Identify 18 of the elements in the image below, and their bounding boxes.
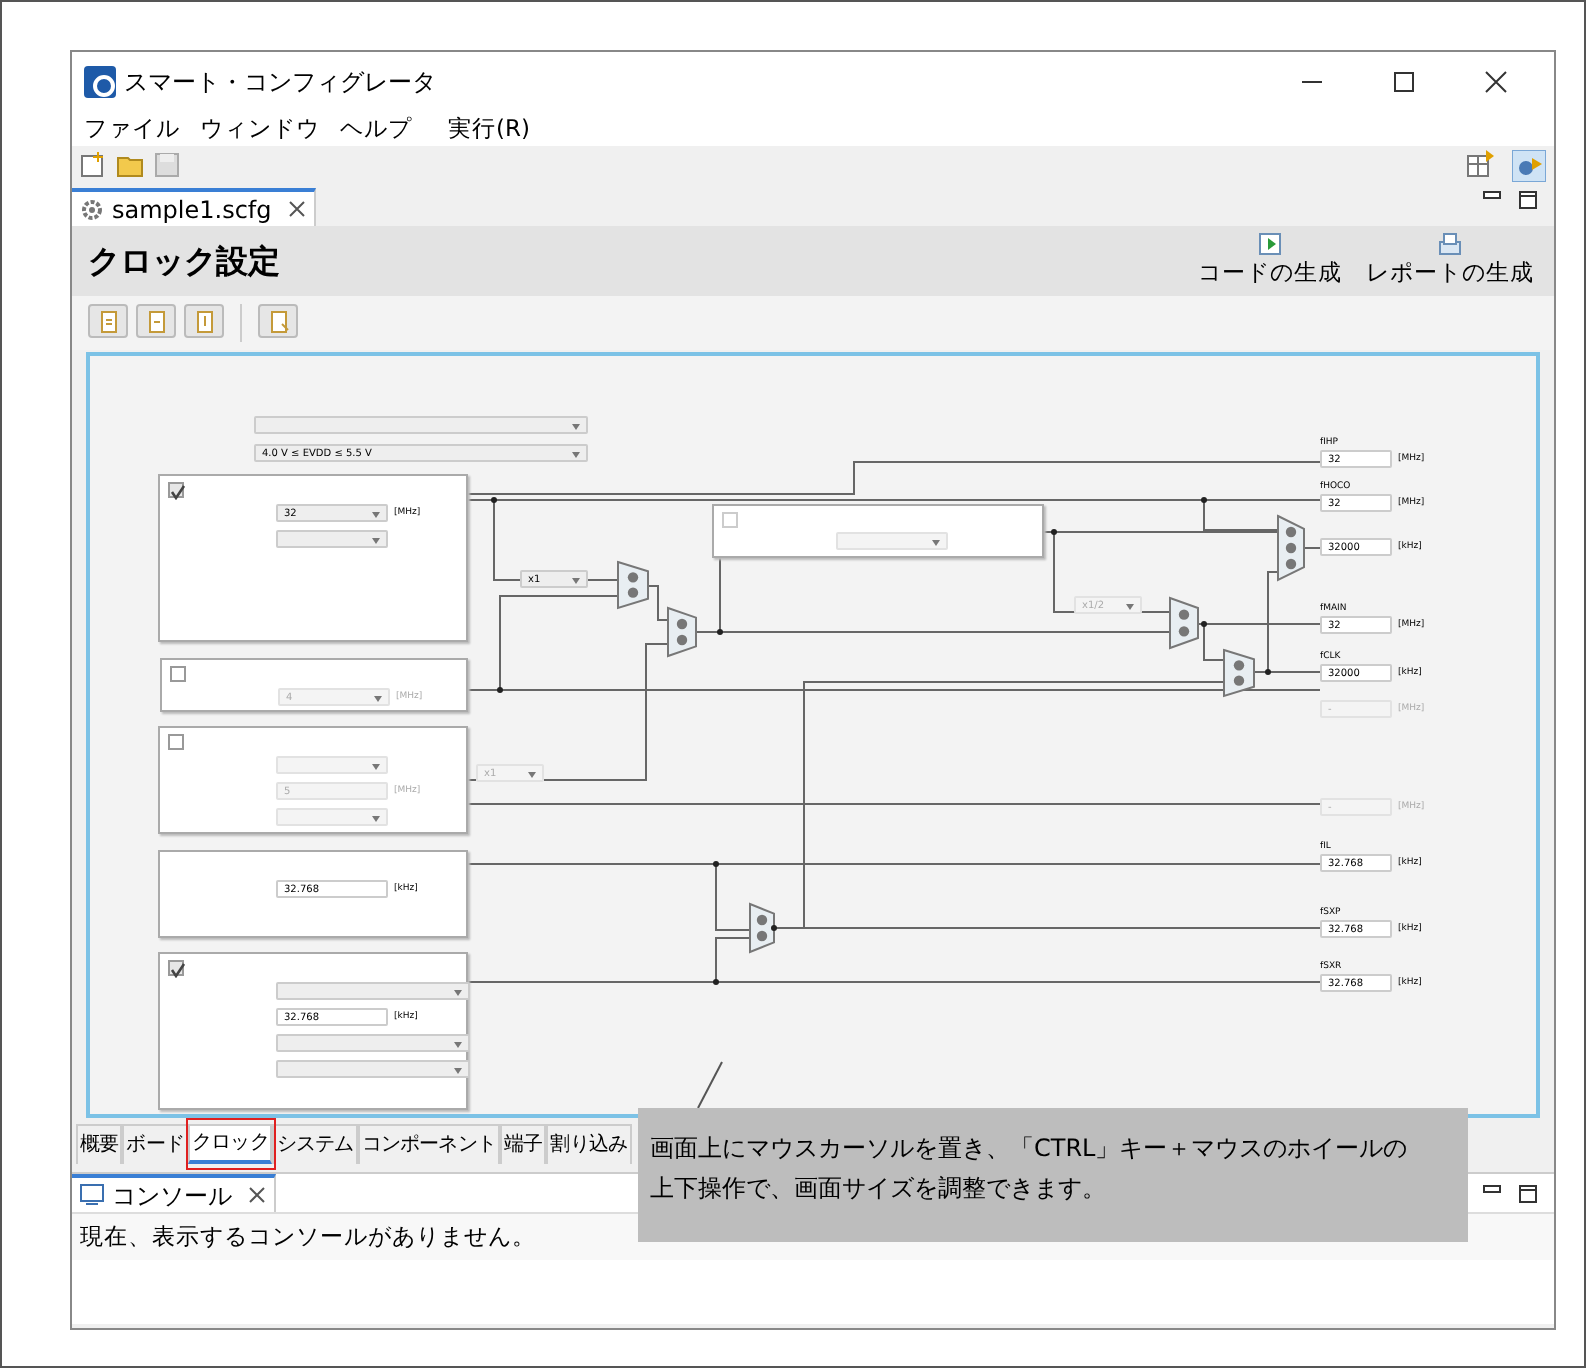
editor-page-tab[interactable]: システム	[272, 1124, 358, 1164]
window-title: スマート・コンフィグレータ	[124, 66, 436, 100]
menu-item[interactable]: ヘルプ	[340, 111, 412, 147]
editor-page-tab[interactable]: 端子	[500, 1124, 547, 1164]
editor-page-tab[interactable]: 概要	[76, 1124, 123, 1164]
page-title: クロック設定	[88, 241, 280, 281]
menu-item[interactable]: ファイル	[84, 111, 180, 147]
editor-page-tab[interactable]: クロック	[188, 1124, 273, 1164]
editor-tab[interactable]: sample1.scfg	[72, 188, 316, 226]
generate-code-button[interactable]: コードの生成	[1194, 231, 1346, 291]
editor-page-tab[interactable]: コンポーネント	[357, 1124, 501, 1164]
editor-page-tab[interactable]: ボード	[122, 1124, 189, 1164]
menu-item[interactable]: 実行(R)	[448, 111, 530, 147]
tooltip: 画面上にマウスカーソルを置き、「CTRL」キー＋マウスのホイールの上下操作で、画面サイズを調整できます。	[638, 1108, 1468, 1242]
console-tab[interactable]: コンソール	[72, 1174, 276, 1212]
editor-page-tab[interactable]: 割り込み	[546, 1124, 632, 1164]
menu-item[interactable]: ウィンドウ	[200, 111, 320, 147]
report-button[interactable]: レポートの生成	[1362, 231, 1538, 291]
